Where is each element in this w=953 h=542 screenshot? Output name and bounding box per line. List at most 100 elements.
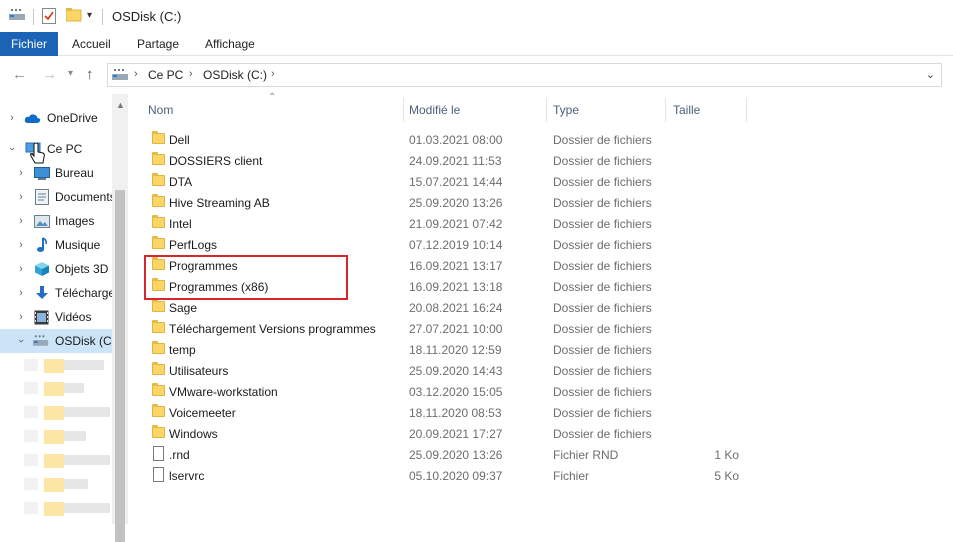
expand-chevron-icon[interactable]: › [15, 263, 27, 275]
file-type: Dossier de fichiers [553, 133, 652, 147]
tree-item-videos[interactable]: › Vidéos [0, 305, 112, 329]
file-type: Dossier de fichiers [553, 175, 652, 189]
expand-chevron-icon[interactable]: › [15, 287, 27, 299]
tree-item-images[interactable]: › Images [0, 209, 112, 233]
navigation-pane: › OneDrive › Ce PC › Bureau › Documents … [0, 94, 128, 524]
new-folder-icon[interactable] [66, 8, 82, 22]
breadcrumb-chevron-icon[interactable]: › [271, 68, 275, 80]
file-icon [153, 446, 164, 461]
properties-check-icon[interactable] [42, 8, 56, 24]
tab-partage[interactable]: Partage [127, 32, 189, 56]
tree-item-musique[interactable]: › Musique [0, 233, 112, 257]
column-header-modified[interactable]: Modifié le [409, 103, 460, 123]
file-row[interactable]: Windows 20.09.2021 17:27 Dossier de fichie… [148, 423, 748, 444]
file-date: 25.09.2020 13:26 [409, 196, 503, 210]
tree-item-osdisk[interactable]: › OSDisk (C:) [0, 329, 112, 353]
file-name: Sage [169, 301, 198, 315]
video-icon [33, 309, 50, 325]
breadcrumb-ce-pc[interactable]: Ce PC [148, 68, 183, 82]
file-row[interactable]: Voicemeeter 18.11.2020 08:53 Dossier de fi… [148, 402, 748, 423]
collapse-chevron-icon[interactable]: › [15, 335, 27, 347]
file-type: Dossier de fichiers [553, 154, 652, 168]
column-separator[interactable] [546, 98, 547, 122]
blurred-tree-item[interactable] [20, 356, 112, 374]
file-row[interactable]: PerfLogs 07.12.2019 10:14 Dossier de fichi… [148, 234, 748, 255]
toolbar-separator [102, 9, 103, 25]
tab-accueil[interactable]: Accueil [62, 32, 121, 56]
file-row[interactable]: .rnd 25.09.2020 13:26 Fichier RND 1 Ko [148, 444, 748, 465]
expand-chevron-icon[interactable]: › [15, 239, 27, 251]
expand-chevron-icon[interactable]: › [15, 311, 27, 323]
drive-properties-icon[interactable] [9, 8, 27, 22]
file-name: DTA [169, 175, 193, 189]
collapse-chevron-icon[interactable]: › [6, 143, 18, 155]
breadcrumb-chevron-icon[interactable]: › [134, 68, 138, 80]
file-row[interactable]: Téléchargement Versions programmes 27.07.… [148, 318, 748, 339]
tab-fichier[interactable]: Fichier [0, 32, 58, 56]
file-row[interactable]: temp 18.11.2020 12:59 Dossier de fichiers [148, 339, 748, 360]
navigation-pane-scrollbar[interactable]: ▲ [112, 94, 128, 542]
blurred-tree-item[interactable] [20, 427, 112, 445]
column-header-type[interactable]: Type [553, 103, 579, 123]
file-row[interactable]: DTA 15.07.2021 14:44 Dossier de fichiers [148, 171, 748, 192]
file-date: 05.10.2020 09:37 [409, 469, 503, 483]
blurred-tree-item[interactable] [20, 499, 112, 517]
folder-icon [152, 404, 165, 417]
tree-item-telechargements[interactable]: › Téléchargements [0, 281, 112, 305]
back-arrow-icon[interactable]: ← [12, 66, 27, 83]
file-date: 27.07.2021 10:00 [409, 322, 503, 336]
tree-item-objets-3d[interactable]: › Objets 3D [0, 257, 112, 281]
column-separator[interactable] [403, 98, 404, 122]
file-date: 18.11.2020 08:53 [409, 406, 502, 420]
column-separator[interactable] [665, 98, 666, 122]
expand-chevron-icon[interactable]: › [6, 112, 18, 124]
up-arrow-icon[interactable]: ↑ [86, 66, 94, 83]
file-type: Dossier de fichiers [553, 427, 652, 441]
forward-arrow-icon[interactable]: → [42, 66, 57, 83]
blurred-tree-item[interactable] [20, 475, 112, 493]
blurred-tree-item[interactable] [20, 403, 112, 421]
refresh-button[interactable] [941, 63, 953, 87]
column-header-size[interactable]: Taille [673, 103, 700, 123]
file-date: 07.12.2019 10:14 [409, 238, 503, 252]
download-icon [33, 285, 50, 301]
column-header-name[interactable]: Nom [148, 103, 173, 123]
file-type: Dossier de fichiers [553, 301, 652, 315]
file-row[interactable]: DOSSIERS client 24.09.2021 11:53 Dossier d… [148, 150, 748, 171]
blurred-tree-item[interactable] [20, 379, 112, 397]
window-title: OSDisk (C:) [112, 9, 182, 24]
breadcrumb-chevron-icon[interactable]: › [189, 68, 193, 80]
column-separator[interactable] [746, 98, 747, 122]
file-date: 18.11.2020 12:59 [409, 343, 502, 357]
expand-chevron-icon[interactable]: › [15, 191, 27, 203]
file-name: PerfLogs [169, 238, 218, 252]
file-date: 16.09.2021 13:17 [409, 259, 503, 273]
file-row[interactable]: Utilisateurs 25.09.2020 14:43 Dossier de f… [148, 360, 748, 381]
blurred-tree-item[interactable] [20, 451, 112, 469]
tree-label: Bureau [55, 166, 94, 180]
tree-item-documents[interactable]: › Documents [0, 185, 112, 209]
tree-item-onedrive[interactable]: › OneDrive [0, 106, 112, 130]
file-row[interactable]: Hive Streaming AB 25.09.2020 13:26 Dossier… [148, 192, 748, 213]
file-row[interactable]: Intel 21.09.2021 07:42 Dossier de fichiers [148, 213, 748, 234]
tree-label: Téléchargements [55, 286, 112, 300]
expand-chevron-icon[interactable]: › [15, 167, 27, 179]
file-type: Dossier de fichiers [553, 217, 652, 231]
file-row[interactable]: lservrc 05.10.2020 09:37 Fichier 5 Ko [148, 465, 748, 486]
file-row[interactable]: VMware-workstation 03.12.2020 15:05 Dossie… [148, 381, 748, 402]
tree-item-bureau[interactable]: › Bureau [0, 161, 112, 185]
address-dropdown-icon[interactable]: ⌄ [926, 68, 935, 81]
tab-affichage[interactable]: Affichage [195, 32, 265, 56]
customize-toolbar-icon[interactable]: ▾ [87, 10, 92, 21]
file-type: Fichier [553, 469, 590, 483]
recent-locations-chevron-icon[interactable]: ▾ [68, 68, 73, 79]
file-name: .rnd [169, 448, 190, 462]
file-row[interactable]: Sage 20.08.2021 16:24 Dossier de fichiers [148, 297, 748, 318]
file-row[interactable]: Dell 01.03.2021 08:00 Dossier de fichiers [148, 129, 748, 150]
address-bar[interactable]: › Ce PC › OSDisk (C:) › ⌄ [107, 63, 942, 87]
scroll-up-icon[interactable]: ▲ [116, 100, 125, 110]
expand-chevron-icon[interactable]: › [15, 215, 27, 227]
scrollbar-thumb[interactable] [115, 190, 125, 542]
breadcrumb-osdisk[interactable]: OSDisk (C:) [203, 68, 267, 82]
tree-item-ce-pc[interactable]: › Ce PC [0, 137, 112, 161]
